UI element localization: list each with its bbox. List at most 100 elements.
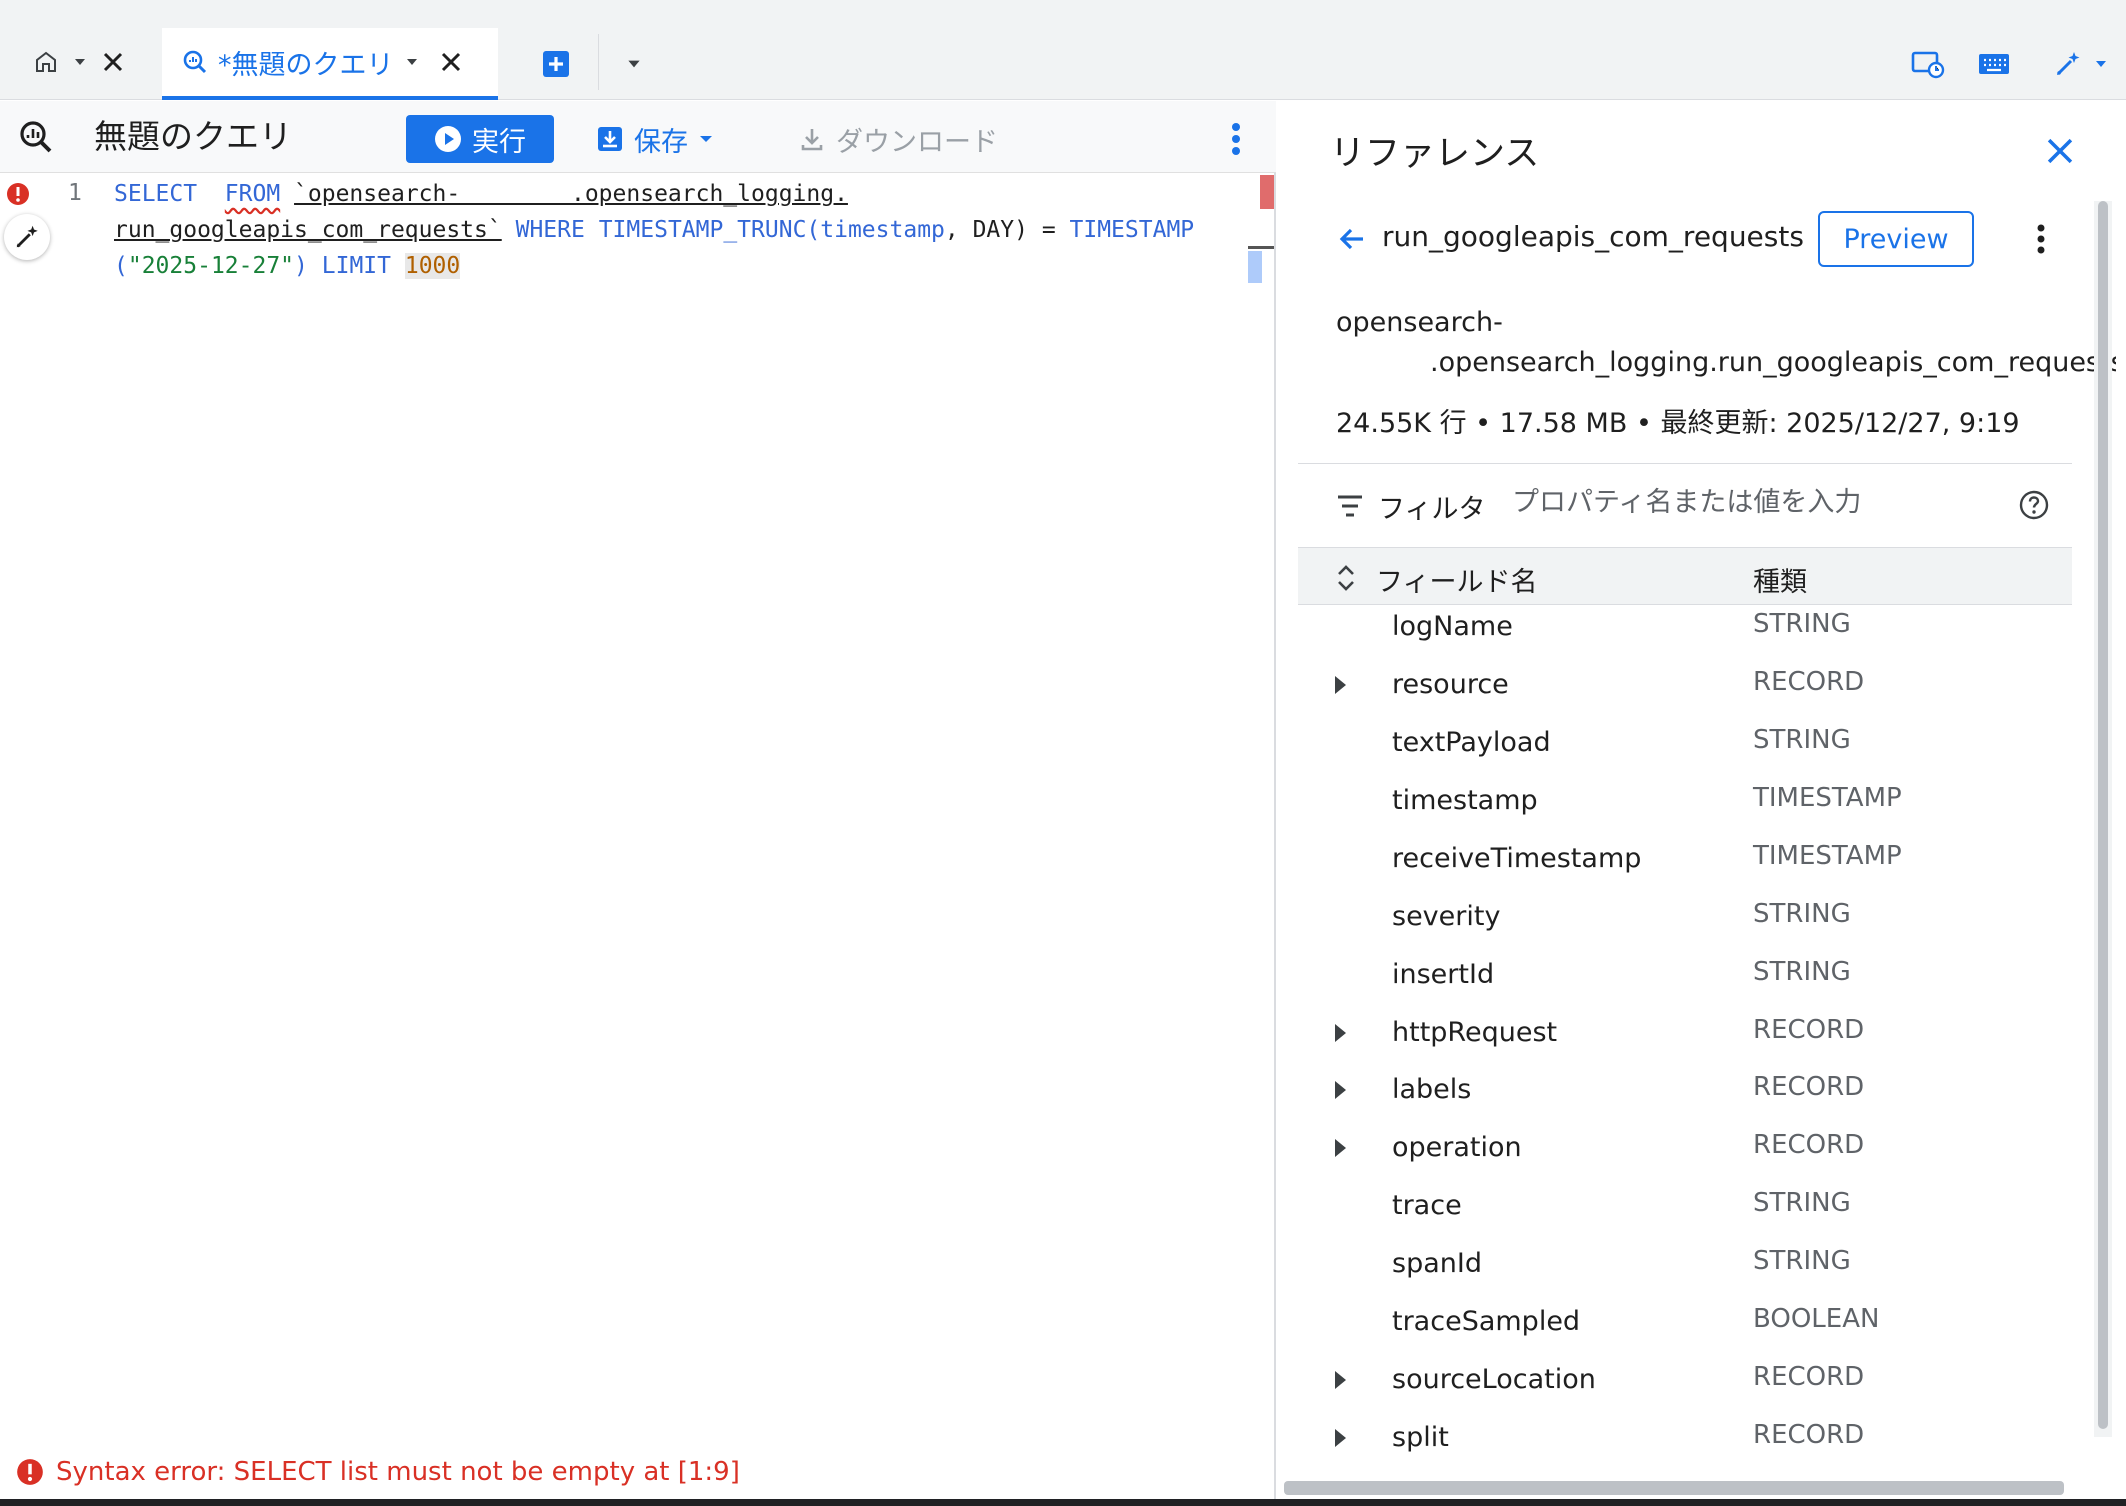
screen-schedule-icon: [1911, 51, 1945, 79]
table-stats: 24.55K 行 • 17.58 MB • 最終更新: 2025/12/27, …: [1336, 408, 2020, 439]
code-number: 1000: [404, 253, 461, 279]
keyboard-icon: [1979, 54, 2009, 74]
error-scroll-marker: [1260, 175, 1274, 209]
editor-gutter: 1: [0, 174, 114, 1444]
filter-list-icon: [1338, 495, 1362, 517]
schedule-button[interactable]: [1906, 44, 1950, 84]
schema-field-row[interactable]: receiveTimestamp TIMESTAMP: [1298, 831, 2072, 889]
horizontal-scrollbar[interactable]: [1284, 1481, 2064, 1495]
download-button[interactable]: ダウンロード: [798, 115, 998, 163]
expand-arrow-icon[interactable]: [1330, 673, 1350, 697]
field-type: RECORD: [1753, 666, 1865, 697]
more-options-button[interactable]: [1218, 115, 1254, 163]
back-button[interactable]: [1336, 223, 1368, 255]
code-line: ("2025-12-27") LIMIT 1000: [114, 248, 1244, 284]
field-type: STRING: [1753, 898, 1851, 929]
window-bottom-edge: [0, 1499, 2126, 1506]
schema-field-row[interactable]: operation RECORD: [1298, 1120, 2072, 1178]
save-icon: [598, 127, 622, 151]
query-editor-panel: 無題のクエリ 実行 保存 ダウンロード 1 SELECT FROM `opens…: [0, 101, 1276, 1500]
run-button[interactable]: 実行: [406, 115, 554, 163]
code-line: run_googleapis_com_requests` WHERE TIMES…: [114, 212, 1244, 248]
filter-input[interactable]: [1512, 487, 1952, 518]
save-button[interactable]: 保存: [596, 115, 714, 163]
code-punct: ): [294, 253, 308, 279]
expand-arrow-icon[interactable]: [1330, 1426, 1350, 1450]
pen-spark-icon: [16, 225, 38, 248]
tab-untitled-query[interactable]: *無題のクエリ: [162, 28, 498, 100]
schema-field-row[interactable]: logName STRING: [1298, 599, 2072, 657]
schema-field-row[interactable]: httpRequest RECORD: [1298, 1005, 2072, 1063]
field-name: spanId: [1392, 1248, 1482, 1280]
field-type: TIMESTAMP: [1753, 840, 1902, 871]
caret-down-icon[interactable]: [404, 54, 420, 70]
code-keyword: WHERE: [515, 217, 585, 243]
schema-field-row[interactable]: timestamp TIMESTAMP: [1298, 773, 2072, 831]
schema-field-row[interactable]: resource RECORD: [1298, 657, 2072, 715]
expand-arrow-icon[interactable]: [1330, 1078, 1350, 1102]
line-number: 1: [68, 180, 82, 206]
column-header-field-name[interactable]: フィールド名: [1376, 560, 1537, 599]
help-icon[interactable]: [2018, 489, 2050, 521]
vertical-scrollbar[interactable]: [2098, 201, 2108, 1429]
code-function: TIMESTAMP: [1069, 217, 1195, 243]
code-line: SELECT FROM `opensearch- .opensearch_log…: [114, 176, 1244, 212]
table-name: run_googleapis_com_requests: [1382, 220, 1804, 253]
query-icon: [20, 121, 52, 153]
schema-field-row[interactable]: spanId STRING: [1298, 1236, 2072, 1294]
schema-field-row[interactable]: sourceLocation RECORD: [1298, 1352, 2072, 1410]
schema-field-row[interactable]: labels RECORD: [1298, 1062, 2072, 1120]
field-name: sourceLocation: [1392, 1364, 1596, 1396]
editor-toolbar: 無題のクエリ 実行 保存 ダウンロード: [0, 101, 1276, 173]
keyboard-shortcuts-button[interactable]: [1972, 44, 2016, 84]
field-type: BOOLEAN: [1753, 1304, 1880, 1335]
table-more-options-button[interactable]: [2026, 217, 2056, 261]
caret-down-icon[interactable]: [72, 54, 88, 70]
field-name: operation: [1392, 1132, 1522, 1164]
filter-row: フィルタ: [1298, 465, 2072, 547]
gemini-assist-button[interactable]: [4, 214, 50, 260]
field-name: trace: [1392, 1190, 1462, 1222]
schema-field-row[interactable]: split RECORD: [1298, 1410, 2072, 1468]
field-name: severity: [1392, 900, 1501, 932]
field-type: STRING: [1753, 1188, 1851, 1219]
arrow-back-icon: [1339, 228, 1363, 250]
gemini-button[interactable]: [2044, 44, 2118, 84]
add-box-icon: [543, 51, 569, 77]
close-icon: [2047, 138, 2073, 164]
caret-down-icon: [700, 136, 712, 142]
field-type: STRING: [1753, 724, 1851, 755]
new-query-button[interactable]: [536, 44, 576, 84]
schema-field-row[interactable]: traceSampled BOOLEAN: [1298, 1294, 2072, 1352]
field-name: resource: [1392, 668, 1509, 700]
close-icon[interactable]: [102, 51, 124, 73]
query-title[interactable]: 無題のクエリ: [94, 115, 292, 159]
tab-list-menu[interactable]: [614, 44, 654, 84]
schema-field-row[interactable]: trace STRING: [1298, 1178, 2072, 1236]
expand-arrow-icon[interactable]: [1330, 1136, 1350, 1160]
code-string: "2025-12-27": [127, 253, 295, 279]
expand-arrow-icon[interactable]: [1330, 1021, 1350, 1045]
field-name: split: [1392, 1422, 1449, 1454]
tab-separator: [598, 34, 599, 90]
schema-field-row[interactable]: severity STRING: [1298, 889, 2072, 947]
code-punct: (: [114, 253, 128, 279]
more-vert-icon: [1232, 123, 1240, 155]
home-tab[interactable]: [26, 42, 131, 82]
table-path-dataset: .opensearch_logging.run_googleapis_com_r…: [1430, 347, 2116, 378]
field-name: textPayload: [1392, 726, 1551, 758]
close-reference-button[interactable]: [2040, 131, 2080, 171]
selection-scroll-marker: [1248, 251, 1262, 283]
expand-arrow-icon[interactable]: [1330, 1368, 1350, 1392]
tab-title: *無題のクエリ: [218, 49, 394, 81]
field-type: STRING: [1753, 956, 1851, 987]
schema-field-row[interactable]: textPayload STRING: [1298, 715, 2072, 773]
error-icon[interactable]: [6, 182, 30, 206]
unfold-sort-icon[interactable]: [1334, 562, 1358, 594]
preview-button[interactable]: Preview: [1818, 211, 1974, 267]
schema-field-row[interactable]: insertId STRING: [1298, 947, 2072, 1005]
field-type: RECORD: [1753, 1072, 1865, 1103]
table-path-project: opensearch-: [1336, 307, 1503, 338]
close-icon[interactable]: [440, 51, 462, 73]
sql-code-editor[interactable]: SELECT FROM `opensearch- .opensearch_log…: [114, 174, 1244, 1444]
